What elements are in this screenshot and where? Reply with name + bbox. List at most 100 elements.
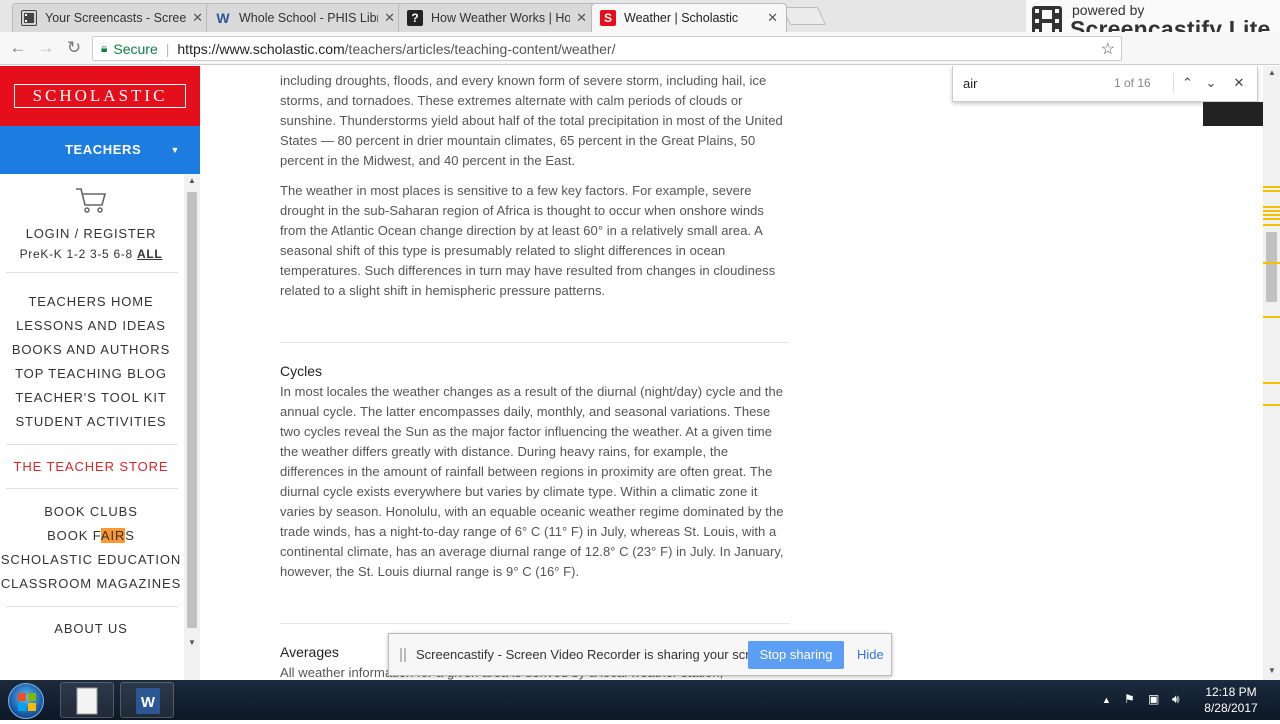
taskbar-word[interactable]: W xyxy=(120,682,174,718)
sidebar-scrollbar-thumb[interactable] xyxy=(187,192,197,628)
close-icon[interactable]: ✕ xyxy=(767,10,778,26)
tab-label: How Weather Works | Ho xyxy=(431,11,571,25)
screen-sharing-notification: Screencastify - Screen Video Recorder is… xyxy=(388,633,892,676)
network-icon[interactable]: ▣ xyxy=(1148,692,1159,706)
sidebar-item-book-fairs[interactable]: BOOK FAIRS xyxy=(0,528,182,543)
logo-bar: SCHOLASTIC xyxy=(0,66,200,126)
tab-label: Weather | Scholastic xyxy=(624,11,739,25)
tray-expand-icon[interactable]: ▲ xyxy=(1102,695,1111,705)
teachers-label: TEACHERS xyxy=(65,142,142,157)
word-icon: W xyxy=(136,688,160,714)
find-match-marker xyxy=(1263,210,1280,212)
sidebar-item-book-clubs[interactable]: BOOK CLUBS xyxy=(0,504,182,519)
paragraph-text: The weather in most places is sensitive … xyxy=(280,183,776,298)
sidebar-item-student-activities[interactable]: STUDENT ACTIVITIES xyxy=(0,414,182,429)
svg-text:W: W xyxy=(141,694,156,711)
tab-whole-school[interactable]: W Whole School - PHIS Libr ✕ xyxy=(206,3,404,32)
scroll-down-icon[interactable]: ▼ xyxy=(1268,666,1276,675)
system-clock[interactable]: 12:18 PM 8/28/2017 xyxy=(1196,684,1266,716)
divider xyxy=(6,606,178,607)
url-domain: https://www.scholastic.com xyxy=(177,40,345,57)
find-match-marker xyxy=(1263,206,1280,208)
divider xyxy=(6,444,178,445)
sidebar-item-teachers-tool-kit[interactable]: TEACHER'S TOOL KIT xyxy=(0,390,182,405)
page-scrollbar-thumb[interactable] xyxy=(1266,232,1277,302)
document-icon xyxy=(76,687,98,715)
find-match-marker xyxy=(1263,224,1280,226)
chevron-up-icon[interactable]: ⌃ xyxy=(1173,73,1197,93)
sidebar-item-books-and-authors[interactable]: BOOKS AND AUTHORS xyxy=(0,342,182,357)
url-separator: | xyxy=(165,40,170,57)
scroll-up-icon[interactable]: ▲ xyxy=(1268,68,1276,77)
article-paragraph: In most locales the weather changes as a… xyxy=(280,382,792,582)
new-tab-button[interactable] xyxy=(781,7,827,25)
browser-toolbar: ← → ↻ 🔒︎ Secure | https://www.scholastic… xyxy=(0,32,1280,87)
section-divider xyxy=(280,623,790,624)
article-paragraph: including droughts, floods, and every kn… xyxy=(280,71,792,171)
section-heading: Cycles xyxy=(280,363,323,379)
page-scrollbar[interactable]: ▲ ▼ xyxy=(1263,66,1280,680)
grade-filter: PreK-K 1-2 3-5 6-8 ALL xyxy=(0,247,182,261)
close-icon[interactable]: ✕ xyxy=(576,10,587,26)
drag-handle-icon[interactable] xyxy=(400,648,406,662)
address-bar[interactable]: 🔒︎ Secure | https://www.scholastic.com /… xyxy=(92,36,1122,61)
url-path: /teachers/articles/teaching-content/weat… xyxy=(344,40,616,57)
forward-icon[interactable]: → xyxy=(36,38,56,58)
windows-logo-icon xyxy=(18,693,36,711)
find-match-marker xyxy=(1263,218,1280,220)
find-match-marker xyxy=(1263,382,1280,384)
find-input[interactable]: air xyxy=(963,76,977,91)
grade-links[interactable]: PreK-K 1-2 3-5 6-8 xyxy=(20,247,133,261)
sidebar-item-teacher-store[interactable]: THE TEACHER STORE xyxy=(0,459,182,474)
sidebar-item-lessons-and-ideas[interactable]: LESSONS AND IDEAS xyxy=(0,318,182,333)
windows-taskbar: W ▲ ⚑ ▣ 🔊︎ 12:18 PM 8/28/2017 xyxy=(0,680,1280,720)
chevron-down-icon[interactable]: ⌄ xyxy=(1201,73,1221,93)
sidebar-item-teachers-home[interactable]: TEACHERS HOME xyxy=(0,294,182,309)
book-fairs-text: BOOK F xyxy=(47,528,101,543)
teachers-dropdown[interactable]: TEACHERS ▼ xyxy=(0,126,200,174)
stop-sharing-button[interactable]: Stop sharing xyxy=(748,641,844,669)
shopping-cart-icon[interactable] xyxy=(74,186,108,214)
bookmark-star-icon[interactable]: ☆ xyxy=(1101,39,1115,59)
grade-all-link[interactable]: ALL xyxy=(137,247,162,261)
divider xyxy=(6,272,178,273)
scholastic-logo[interactable]: SCHOLASTIC xyxy=(14,84,186,108)
find-match-marker xyxy=(1263,214,1280,216)
volume-icon[interactable]: 🔊︎ xyxy=(1172,692,1180,707)
reload-icon[interactable]: ↻ xyxy=(64,38,84,58)
scholastic-s-icon: S xyxy=(600,10,616,26)
taskbar-file-explorer[interactable] xyxy=(60,682,114,718)
tab-how-weather-works[interactable]: ? How Weather Works | Ho ✕ xyxy=(398,3,596,32)
login-register-link[interactable]: LOGIN / REGISTER xyxy=(0,226,182,241)
tab-your-screencasts[interactable]: Your Screencasts - Scree ✕ xyxy=(12,3,212,32)
scroll-up-icon[interactable]: ▲ xyxy=(188,176,196,185)
clock-date: 8/28/2017 xyxy=(1204,701,1258,715)
sidebar-item-about-us[interactable]: ABOUT US xyxy=(0,621,182,636)
close-icon[interactable]: ✕ xyxy=(1229,73,1249,93)
close-icon[interactable]: ✕ xyxy=(192,10,203,26)
back-icon[interactable]: ← xyxy=(8,38,28,58)
start-button[interactable] xyxy=(8,683,44,719)
tab-weather-scholastic[interactable]: S Weather | Scholastic ✕ xyxy=(591,3,787,32)
sidebar-item-classroom-magazines[interactable]: CLASSROOM MAGAZINES xyxy=(0,576,182,591)
action-center-flag-icon[interactable]: ⚑ xyxy=(1124,692,1135,706)
howstuffworks-icon: ? xyxy=(407,10,423,26)
sharing-message: Screencastify - Screen Video Recorder is… xyxy=(416,647,775,662)
page-viewport: SCHOLASTIC TEACHERS ▼ LOGIN / REGISTER P… xyxy=(0,66,1280,680)
tab-label: Whole School - PHIS Libr xyxy=(239,11,379,25)
screencastify-icon xyxy=(21,10,37,26)
scroll-down-icon[interactable]: ▼ xyxy=(188,638,196,647)
divider xyxy=(6,488,178,489)
caret-down-icon: ▼ xyxy=(170,145,180,155)
find-bar: air 1 of 16 ⌃ ⌄ ✕ xyxy=(952,66,1258,102)
section-divider xyxy=(280,342,790,343)
find-match-marker xyxy=(1263,316,1280,318)
sidebar-item-scholastic-education[interactable]: SCHOLASTIC EDUCATION xyxy=(0,552,182,567)
close-icon[interactable]: ✕ xyxy=(384,10,395,26)
tab-label: Your Screencasts - Scree xyxy=(45,11,187,25)
hide-button[interactable]: Hide xyxy=(857,647,884,662)
sidebar-scrollbar[interactable]: ▲ ▼ xyxy=(184,174,200,680)
section-heading: Averages xyxy=(280,644,339,660)
sidebar-item-top-teaching-blog[interactable]: TOP TEACHING BLOG xyxy=(0,366,182,381)
word-w-icon: W xyxy=(216,10,230,26)
